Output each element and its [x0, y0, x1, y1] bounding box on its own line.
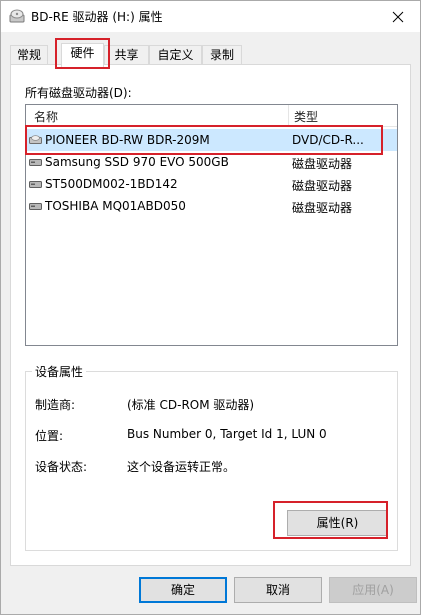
column-name[interactable]: 名称 — [34, 108, 58, 125]
selected-device-highlight — [25, 125, 383, 155]
tab-customize[interactable]: 自定义 — [149, 45, 202, 66]
location-label: 位置: — [35, 429, 64, 443]
window-title: BD-RE 驱动器 (H:) 属性 — [31, 10, 163, 24]
ok-button[interactable]: 确定 — [139, 577, 227, 603]
tab-recording[interactable]: 录制 — [202, 45, 242, 66]
device-status-label: 设备状态: — [35, 460, 88, 474]
device-type: 磁盘驱动器 — [292, 157, 353, 171]
column-type[interactable]: 类型 — [294, 108, 318, 125]
device-name: ST500DM002-1BD142 — [45, 177, 178, 191]
disk-drive-icon — [29, 181, 42, 188]
list-header: 名称 类型 — [26, 105, 397, 127]
disk-drive-icon — [29, 203, 42, 210]
location-value: Bus Number 0, Target Id 1, LUN 0 — [127, 427, 327, 441]
tab-sharing[interactable]: 共享 — [104, 45, 149, 66]
device-type: 磁盘驱动器 — [292, 201, 353, 215]
close-icon — [392, 11, 404, 22]
device-row-seagate[interactable]: ST500DM002-1BD142 磁盘驱动器 — [26, 173, 397, 195]
device-name: TOSHIBA MQ01ABD050 — [45, 199, 186, 213]
manufacturer-label: 制造商: — [35, 398, 76, 412]
manufacturer-value: (标准 CD-ROM 驱动器) — [127, 398, 255, 412]
device-row-toshiba[interactable]: TOSHIBA MQ01ABD050 磁盘驱动器 — [26, 195, 397, 217]
optical-drive-icon — [9, 9, 25, 23]
group-title: 设备属性 — [32, 363, 87, 380]
apply-button[interactable]: 应用(A) — [329, 577, 417, 603]
device-name: Samsung SSD 970 EVO 500GB — [45, 155, 229, 169]
device-type: 磁盘驱动器 — [292, 179, 353, 193]
title-bar[interactable]: BD-RE 驱动器 (H:) 属性 — [1, 1, 420, 32]
properties-dialog: BD-RE 驱动器 (H:) 属性 常规 硬件 共享 自定义 录制 所有磁盘驱动… — [0, 0, 421, 615]
disk-drive-icon — [29, 159, 42, 166]
device-list-caption: 所有磁盘驱动器(D): — [25, 86, 132, 100]
tab-general[interactable]: 常规 — [10, 45, 48, 66]
tab-hardware-highlight — [55, 38, 110, 69]
properties-button-highlight — [273, 501, 388, 539]
device-status-value: 这个设备运转正常。 — [127, 460, 236, 474]
close-button[interactable] — [376, 1, 420, 32]
column-separator[interactable] — [288, 105, 289, 127]
cancel-button[interactable]: 取消 — [234, 577, 322, 603]
